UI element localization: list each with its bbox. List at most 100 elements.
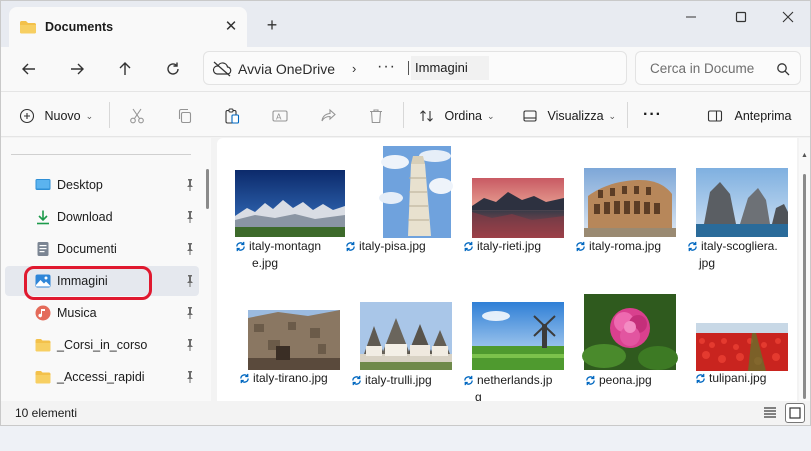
sidebar-item-musica[interactable]: Musica bbox=[23, 298, 199, 328]
cloud-off-icon bbox=[212, 61, 232, 80]
refresh-button[interactable] bbox=[159, 55, 187, 83]
sidebar-item-label: Download bbox=[57, 210, 113, 224]
sidebar-item-corsi-in-corso[interactable]: _Corsi_in_corso bbox=[23, 330, 199, 360]
up-button[interactable] bbox=[111, 55, 139, 83]
preview-pane-icon bbox=[707, 110, 723, 122]
address-bar[interactable]: Avvia OneDrive › ··· Immagini bbox=[203, 51, 627, 85]
sidebar-item-label: _Accessi_rapidi bbox=[57, 370, 145, 384]
sort-button[interactable]: Ordina ⌄ bbox=[419, 104, 495, 126]
share-button[interactable] bbox=[319, 104, 337, 126]
sidebar-item-label: _Corsi_in_corso bbox=[57, 338, 148, 352]
thumbnail-tirano bbox=[248, 310, 340, 370]
file-item[interactable]: italy-montagn e.jpg bbox=[235, 166, 345, 296]
arrow-up-icon bbox=[119, 62, 131, 75]
sidebar-item-download[interactable]: Download bbox=[23, 202, 199, 232]
pin-icon[interactable] bbox=[185, 211, 195, 226]
breadcrumb-overflow-button[interactable]: ··· bbox=[377, 58, 396, 76]
copy-button[interactable] bbox=[176, 104, 194, 126]
sync-icon bbox=[351, 375, 362, 390]
onedrive-label[interactable]: Avvia OneDrive bbox=[238, 61, 335, 77]
view-label: Visualizza bbox=[547, 108, 604, 123]
navigation-bar: Avvia OneDrive › ··· Immagini Cerca in D… bbox=[1, 47, 810, 91]
toolbar-divider bbox=[109, 102, 110, 128]
large-icons-view-button[interactable] bbox=[785, 403, 805, 423]
pin-icon[interactable] bbox=[185, 243, 195, 258]
file-item[interactable]: tulipani.jpg bbox=[687, 321, 797, 451]
file-item[interactable]: italy-rieti.jpg bbox=[463, 176, 573, 306]
sidebar-item-label: Documenti bbox=[57, 242, 117, 256]
sync-icon bbox=[687, 241, 698, 256]
sync-icon bbox=[345, 241, 356, 256]
tab-documents[interactable]: Documents ✕ bbox=[9, 7, 247, 47]
chevron-down-icon: ⌄ bbox=[85, 111, 94, 121]
tab-close-button[interactable]: ✕ bbox=[221, 17, 241, 37]
preview-pane-button[interactable]: Anteprima bbox=[707, 104, 791, 126]
file-name: italy-pisa.jpg bbox=[345, 239, 455, 256]
close-window-button[interactable] bbox=[773, 5, 803, 29]
sidebar-item-label: Desktop bbox=[57, 178, 103, 192]
maximize-button[interactable] bbox=[726, 5, 756, 29]
large-icons-view-icon bbox=[789, 407, 801, 419]
scroll-up-icon[interactable]: ▲ bbox=[801, 152, 808, 159]
rename-icon: A bbox=[272, 110, 288, 122]
status-bar: 10 elementi bbox=[1, 401, 810, 425]
cut-button[interactable] bbox=[128, 104, 146, 126]
breadcrumb-current[interactable]: Immagini bbox=[408, 61, 468, 75]
search-input[interactable]: Cerca in Docume bbox=[650, 61, 754, 76]
file-explorer-window: Documents ✕ + Avvia OneDrive › ··· Immag… bbox=[0, 0, 811, 426]
file-item[interactable]: italy-scogliera. jpg bbox=[687, 166, 797, 296]
pin-icon[interactable] bbox=[185, 371, 195, 386]
folder-icon bbox=[19, 20, 37, 37]
new-button[interactable]: Nuovo ⌄ bbox=[19, 104, 93, 126]
chevron-right-icon[interactable]: › bbox=[352, 61, 356, 76]
share-icon bbox=[321, 108, 336, 121]
rename-button[interactable]: A bbox=[271, 104, 289, 126]
copy-icon bbox=[178, 108, 192, 123]
thumbnail-netherlands bbox=[472, 302, 564, 370]
toolbar-divider bbox=[403, 102, 404, 128]
thumbnail-pisa bbox=[379, 146, 453, 238]
scrollbar-thumb[interactable] bbox=[803, 174, 806, 399]
close-icon bbox=[782, 11, 794, 23]
nav-divider bbox=[11, 154, 191, 155]
refresh-icon bbox=[167, 62, 179, 75]
paste-button[interactable] bbox=[223, 104, 241, 126]
view-button[interactable]: Visualizza ⌄ bbox=[522, 104, 616, 126]
preview-label: Anteprima bbox=[734, 108, 792, 123]
file-item[interactable]: italy-pisa.jpg bbox=[345, 146, 457, 276]
sync-icon bbox=[463, 241, 474, 256]
details-view-button[interactable] bbox=[763, 405, 777, 422]
pin-icon[interactable] bbox=[185, 179, 195, 194]
thumbnail-tulipani bbox=[696, 323, 788, 371]
back-button[interactable] bbox=[15, 55, 43, 83]
sidebar-item-accessi-rapidi[interactable]: _Accessi_rapidi bbox=[23, 362, 199, 392]
chevron-down-icon: ⌄ bbox=[608, 111, 617, 121]
sort-icon bbox=[420, 109, 433, 122]
search-box[interactable]: Cerca in Docume bbox=[635, 51, 801, 85]
thumbnail-roma bbox=[584, 168, 676, 237]
pin-icon[interactable] bbox=[185, 339, 195, 354]
more-options-button[interactable]: ··· bbox=[643, 104, 662, 126]
music-icon bbox=[35, 305, 51, 321]
new-tab-button[interactable]: + bbox=[262, 15, 282, 35]
nav-pane-scrollbar[interactable] bbox=[206, 169, 209, 209]
sidebar-item-label: Musica bbox=[57, 306, 97, 320]
tab-bar: Documents ✕ + bbox=[1, 1, 810, 47]
pin-icon[interactable] bbox=[185, 275, 195, 290]
document-icon bbox=[35, 241, 51, 257]
minimize-button[interactable] bbox=[676, 5, 706, 29]
forward-button[interactable] bbox=[63, 55, 91, 83]
sync-icon bbox=[695, 373, 706, 388]
search-icon bbox=[776, 62, 790, 79]
file-name: italy-roma.jpg bbox=[575, 239, 685, 256]
thumbnail-rieti bbox=[472, 178, 564, 238]
pin-icon[interactable] bbox=[185, 307, 195, 322]
content-scrollbar[interactable]: ▲ bbox=[799, 138, 810, 401]
sidebar-item-documenti[interactable]: Documenti bbox=[23, 234, 199, 264]
delete-button[interactable] bbox=[367, 104, 385, 126]
thumbnail-trulli bbox=[360, 302, 452, 370]
file-item[interactable]: italy-roma.jpg bbox=[575, 166, 685, 296]
maximize-icon bbox=[735, 11, 747, 23]
sidebar-item-desktop[interactable]: Desktop bbox=[23, 170, 199, 200]
command-bar: Nuovo ⌄ A Ordina ⌄ Visualizza ⌄ ··· Ante… bbox=[1, 91, 810, 137]
